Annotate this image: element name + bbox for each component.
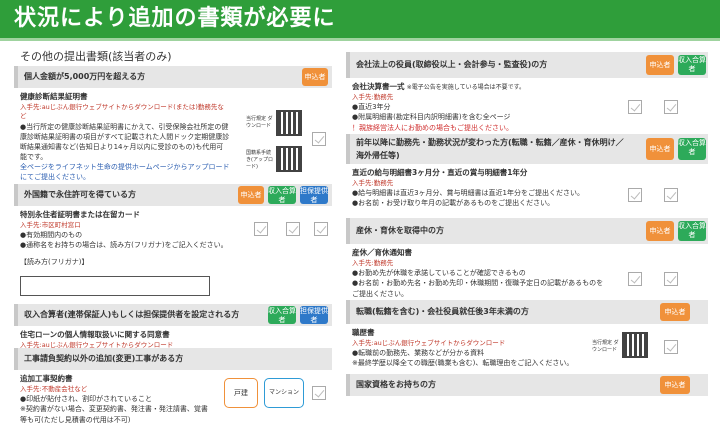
document-note: ※契約書がない場合、変更契約書、発注書・発注請書、覚書等も可(ただし見積書の代用…	[20, 405, 208, 424]
document-note: ●通称名をお持ちの場合は、読み方(フリガナ)をご記入ください。	[20, 241, 228, 250]
source-label: 入手先:勤務先	[352, 92, 394, 101]
section-maternity-leave: 産休・育休を取得中の方 申込者 収入合算者 産休／育休通知書 入手先:勤務先 ●…	[346, 218, 708, 300]
document-name: 直近の給与明細書3ヶ月分・直近の賞与明細書1年分	[352, 168, 528, 177]
section-co-income-guarantor: 収入合算者(連帯保証人)もしくは担保提供者を設定される方 収入合算者 担保提供者…	[14, 304, 332, 349]
slide-title: 状況により追加の書類が必要に	[0, 0, 720, 38]
section-header: 国家資格をお持ちの方	[346, 374, 708, 396]
section-loan-over-50m: 個人金額が5,000万円を超える方 申込者 健康診断結果証明書 入手先:auじぶ…	[14, 66, 332, 181]
checkbox-icon[interactable]	[312, 132, 326, 146]
furigana-label: 【読み方(フリガナ)】	[20, 257, 89, 266]
document-note: ●転職前の勤務先、業務などが分かる資料	[352, 349, 485, 358]
document-name: 産休／育休通知書	[352, 248, 412, 257]
source-label: 入手先:auじぶん銀行ウェブサイトからダウンロード	[352, 338, 506, 347]
section-header: 工事請負契約以外の追加(変更)工事がある方	[14, 348, 332, 370]
right-document-page: 会社法上の役員(取締役以上・会計参与・監査役)の方 申込者 収入合算者 会社決算…	[346, 52, 708, 398]
section-recent-job-change: 転職(転籍を含む)・会社役員就任後3年未満の方 申込者 職歴書 入手先:auじぶ…	[346, 300, 708, 374]
section-additional-work: 工事請負契約以外の追加(変更)工事がある方 追加工事契約書 入手先:不動産会社な…	[14, 348, 332, 428]
co-income-badge: 収入合算者	[678, 55, 706, 75]
checkbox-icon[interactable]	[664, 188, 678, 202]
checkbox-icon[interactable]	[664, 272, 678, 286]
applicant-badge: 申込者	[646, 55, 674, 75]
applicant-badge: 申込者	[646, 221, 674, 241]
checkbox-icon[interactable]	[286, 222, 300, 236]
document-name: 住宅ローンの個人情報取扱いに関する同意書	[20, 330, 170, 339]
document-note: ●給与明細書は直近3ヶ月分、賞与明細書は直近1年分をご提出ください。	[352, 189, 585, 198]
co-income-badge: 収入合算者	[268, 306, 296, 324]
checkbox-icon[interactable]	[628, 188, 642, 202]
left-document-page: その他の提出書類(該当者のみ) 個人金額が5,000万円を超える方 申込者 健康…	[14, 44, 332, 428]
qr-label-download: 当行規定 ダウンロード	[592, 340, 619, 353]
document-note: ●お名前・お受け取り年月の記載があるものをご提出ください。	[352, 199, 555, 208]
source-label: 入手先:市区町村窓口	[20, 220, 81, 229]
section-header: 個人金額が5,000万円を超える方	[14, 66, 332, 88]
document-name: 特別永住者証明書または在留カード	[20, 210, 140, 219]
document-name: 追加工事契約書	[20, 374, 73, 383]
house-type-pill[interactable]: 戸建	[224, 378, 258, 408]
applicant-badge: 申込者	[660, 376, 690, 394]
checkbox-icon[interactable]	[314, 222, 328, 236]
checkbox-icon[interactable]	[628, 100, 642, 114]
checkbox-icon[interactable]	[664, 100, 678, 114]
document-note: ●附属明細書(勘定科目内訳明細書)を含む全ページ	[352, 113, 511, 122]
source-label: 入手先:auじぶん銀行ウェブサイトからダウンロード(または)勤務先など	[20, 102, 224, 121]
document-name: 会社決算書一式	[352, 82, 405, 91]
document-name: 健康診断結果証明書	[20, 92, 88, 101]
applicant-badge: 申込者	[302, 68, 328, 86]
document-note: ●印紙が貼付され、割印がされていること	[20, 395, 152, 404]
qr-label-download: 当行規定 ダウンロード	[246, 116, 273, 129]
warning-note: ！親族経営法人にお勤めの場合もご提出ください。	[352, 123, 513, 132]
document-note: ※最終学歴以降全ての職歴(職業も含む)、転職理由をご記入ください。	[352, 359, 574, 368]
document-name: 職歴書	[352, 328, 375, 337]
applicant-badge: 申込者	[238, 186, 264, 204]
guarantor-badge: 担保提供者	[300, 306, 328, 324]
section-permanent-resident: 外国籍で永住許可を得ている方 申込者 収入合算者 担保提供者 特別永住者証明書ま…	[14, 184, 332, 300]
download-qr-code-icon[interactable]	[276, 110, 302, 136]
section-company-officer: 会社法上の役員(取締役以上・会計参与・監査役)の方 申込者 収入合算者 会社決算…	[346, 52, 708, 134]
document-note: ●直近3年分	[352, 103, 391, 112]
document-note: ●お勤め先が休職を承諾していることが確認できるもの	[352, 269, 526, 278]
checkbox-icon[interactable]	[628, 272, 642, 286]
guarantor-badge: 担保提供者	[300, 186, 328, 204]
co-income-badge: 収入合算者	[678, 221, 706, 241]
checkbox-icon[interactable]	[664, 340, 678, 354]
qr-label-upload: 国籍系手続き(アップロード)	[246, 150, 273, 170]
upload-qr-code-icon[interactable]	[276, 146, 302, 172]
source-label: 入手先:勤務先	[352, 258, 394, 267]
section-national-license: 国家資格をお持ちの方 申込者	[346, 374, 708, 398]
furigana-input[interactable]	[20, 276, 210, 296]
upload-instruction: 全ページをライフネット生命の提供ホームページからアップロードにてご提出ください。	[20, 163, 230, 182]
document-item-note: ※電子公告を実施している場合は不要です。	[406, 84, 525, 91]
applicant-badge: 申込者	[660, 303, 690, 321]
applicant-badge: 申込者	[646, 138, 674, 160]
condo-type-pill[interactable]: マンション	[264, 378, 304, 408]
source-label: 入手先:不動産会社など	[20, 384, 88, 393]
co-income-badge: 収入合算者	[678, 138, 706, 160]
left-page-heading: その他の提出書類(該当者のみ)	[20, 50, 172, 63]
co-income-badge: 収入合算者	[268, 186, 296, 204]
document-note: ●当行所定の健康診断結果証明書にかえて、引受保険会社所定の健康診断結果証明書の項…	[20, 122, 230, 162]
section-job-change: 前年以降に勤務先・勤務状況が変わった方(転職・転籍／産休・育休明け／海外帰任等)…	[346, 134, 708, 218]
download-qr-code-icon[interactable]	[622, 332, 648, 358]
checkbox-icon[interactable]	[254, 222, 268, 236]
section-header: 転職(転籍を含む)・会社役員就任後3年未満の方	[346, 300, 708, 324]
document-note: ●お名前・お勤め先名・お勤め先印・休職期間・復職予定日の記載があるものをご提出く…	[352, 279, 604, 298]
document-note: ●有効期間内のもの	[20, 231, 83, 240]
title-underline	[0, 38, 720, 41]
checkbox-icon[interactable]	[312, 386, 326, 400]
source-label: 入手先:勤務先	[352, 178, 394, 187]
